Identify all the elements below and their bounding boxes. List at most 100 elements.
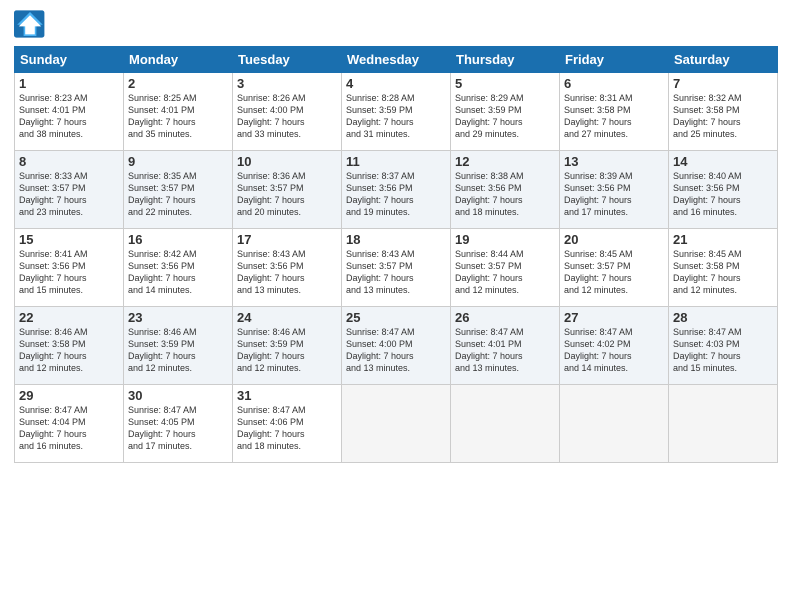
weekday-header-monday: Monday xyxy=(124,47,233,73)
day-number: 22 xyxy=(19,310,119,325)
cell-info: Sunrise: 8:45 AMSunset: 3:57 PMDaylight:… xyxy=(564,248,664,297)
calendar-cell: 4Sunrise: 8:28 AMSunset: 3:59 PMDaylight… xyxy=(342,73,451,151)
cell-info: Sunrise: 8:47 AMSunset: 4:00 PMDaylight:… xyxy=(346,326,446,375)
calendar-cell: 21Sunrise: 8:45 AMSunset: 3:58 PMDayligh… xyxy=(669,229,778,307)
cell-info: Sunrise: 8:41 AMSunset: 3:56 PMDaylight:… xyxy=(19,248,119,297)
calendar-cell: 25Sunrise: 8:47 AMSunset: 4:00 PMDayligh… xyxy=(342,307,451,385)
cell-info: Sunrise: 8:33 AMSunset: 3:57 PMDaylight:… xyxy=(19,170,119,219)
cell-info: Sunrise: 8:47 AMSunset: 4:04 PMDaylight:… xyxy=(19,404,119,453)
weekday-header-tuesday: Tuesday xyxy=(233,47,342,73)
calendar-cell: 3Sunrise: 8:26 AMSunset: 4:00 PMDaylight… xyxy=(233,73,342,151)
weekday-header-wednesday: Wednesday xyxy=(342,47,451,73)
calendar-cell: 6Sunrise: 8:31 AMSunset: 3:58 PMDaylight… xyxy=(560,73,669,151)
calendar-cell: 29Sunrise: 8:47 AMSunset: 4:04 PMDayligh… xyxy=(15,385,124,463)
calendar-cell: 24Sunrise: 8:46 AMSunset: 3:59 PMDayligh… xyxy=(233,307,342,385)
day-number: 26 xyxy=(455,310,555,325)
day-number: 25 xyxy=(346,310,446,325)
calendar-cell: 9Sunrise: 8:35 AMSunset: 3:57 PMDaylight… xyxy=(124,151,233,229)
cell-info: Sunrise: 8:47 AMSunset: 4:05 PMDaylight:… xyxy=(128,404,228,453)
logo xyxy=(14,10,50,38)
cell-info: Sunrise: 8:39 AMSunset: 3:56 PMDaylight:… xyxy=(564,170,664,219)
cell-info: Sunrise: 8:43 AMSunset: 3:56 PMDaylight:… xyxy=(237,248,337,297)
day-number: 18 xyxy=(346,232,446,247)
cell-info: Sunrise: 8:42 AMSunset: 3:56 PMDaylight:… xyxy=(128,248,228,297)
day-number: 17 xyxy=(237,232,337,247)
calendar-cell: 15Sunrise: 8:41 AMSunset: 3:56 PMDayligh… xyxy=(15,229,124,307)
day-number: 5 xyxy=(455,76,555,91)
cell-info: Sunrise: 8:40 AMSunset: 3:56 PMDaylight:… xyxy=(673,170,773,219)
calendar-cell xyxy=(342,385,451,463)
calendar-cell: 22Sunrise: 8:46 AMSunset: 3:58 PMDayligh… xyxy=(15,307,124,385)
calendar-cell: 26Sunrise: 8:47 AMSunset: 4:01 PMDayligh… xyxy=(451,307,560,385)
header xyxy=(14,10,778,38)
calendar-cell: 1Sunrise: 8:23 AMSunset: 4:01 PMDaylight… xyxy=(15,73,124,151)
calendar-table: SundayMondayTuesdayWednesdayThursdayFrid… xyxy=(14,46,778,463)
week-row-2: 8Sunrise: 8:33 AMSunset: 3:57 PMDaylight… xyxy=(15,151,778,229)
calendar-cell: 12Sunrise: 8:38 AMSunset: 3:56 PMDayligh… xyxy=(451,151,560,229)
calendar-cell: 30Sunrise: 8:47 AMSunset: 4:05 PMDayligh… xyxy=(124,385,233,463)
day-number: 21 xyxy=(673,232,773,247)
day-number: 24 xyxy=(237,310,337,325)
calendar-cell: 10Sunrise: 8:36 AMSunset: 3:57 PMDayligh… xyxy=(233,151,342,229)
day-number: 7 xyxy=(673,76,773,91)
calendar-cell xyxy=(451,385,560,463)
day-number: 16 xyxy=(128,232,228,247)
day-number: 27 xyxy=(564,310,664,325)
weekday-header-friday: Friday xyxy=(560,47,669,73)
day-number: 6 xyxy=(564,76,664,91)
day-number: 12 xyxy=(455,154,555,169)
calendar-cell: 20Sunrise: 8:45 AMSunset: 3:57 PMDayligh… xyxy=(560,229,669,307)
day-number: 20 xyxy=(564,232,664,247)
cell-info: Sunrise: 8:45 AMSunset: 3:58 PMDaylight:… xyxy=(673,248,773,297)
calendar-cell: 28Sunrise: 8:47 AMSunset: 4:03 PMDayligh… xyxy=(669,307,778,385)
cell-info: Sunrise: 8:29 AMSunset: 3:59 PMDaylight:… xyxy=(455,92,555,141)
day-number: 8 xyxy=(19,154,119,169)
calendar-cell: 27Sunrise: 8:47 AMSunset: 4:02 PMDayligh… xyxy=(560,307,669,385)
week-row-3: 15Sunrise: 8:41 AMSunset: 3:56 PMDayligh… xyxy=(15,229,778,307)
calendar-cell: 17Sunrise: 8:43 AMSunset: 3:56 PMDayligh… xyxy=(233,229,342,307)
calendar-cell: 14Sunrise: 8:40 AMSunset: 3:56 PMDayligh… xyxy=(669,151,778,229)
weekday-header-saturday: Saturday xyxy=(669,47,778,73)
week-row-4: 22Sunrise: 8:46 AMSunset: 3:58 PMDayligh… xyxy=(15,307,778,385)
cell-info: Sunrise: 8:46 AMSunset: 3:59 PMDaylight:… xyxy=(237,326,337,375)
calendar-cell: 16Sunrise: 8:42 AMSunset: 3:56 PMDayligh… xyxy=(124,229,233,307)
cell-info: Sunrise: 8:38 AMSunset: 3:56 PMDaylight:… xyxy=(455,170,555,219)
day-number: 9 xyxy=(128,154,228,169)
cell-info: Sunrise: 8:32 AMSunset: 3:58 PMDaylight:… xyxy=(673,92,773,141)
cell-info: Sunrise: 8:44 AMSunset: 3:57 PMDaylight:… xyxy=(455,248,555,297)
day-number: 3 xyxy=(237,76,337,91)
header-row: SundayMondayTuesdayWednesdayThursdayFrid… xyxy=(15,47,778,73)
calendar-cell: 19Sunrise: 8:44 AMSunset: 3:57 PMDayligh… xyxy=(451,229,560,307)
cell-info: Sunrise: 8:47 AMSunset: 4:06 PMDaylight:… xyxy=(237,404,337,453)
day-number: 19 xyxy=(455,232,555,247)
cell-info: Sunrise: 8:35 AMSunset: 3:57 PMDaylight:… xyxy=(128,170,228,219)
calendar-cell: 2Sunrise: 8:25 AMSunset: 4:01 PMDaylight… xyxy=(124,73,233,151)
page: SundayMondayTuesdayWednesdayThursdayFrid… xyxy=(0,0,792,612)
day-number: 14 xyxy=(673,154,773,169)
day-number: 10 xyxy=(237,154,337,169)
calendar-cell: 31Sunrise: 8:47 AMSunset: 4:06 PMDayligh… xyxy=(233,385,342,463)
calendar-cell: 23Sunrise: 8:46 AMSunset: 3:59 PMDayligh… xyxy=(124,307,233,385)
logo-icon xyxy=(14,10,46,38)
week-row-1: 1Sunrise: 8:23 AMSunset: 4:01 PMDaylight… xyxy=(15,73,778,151)
calendar-cell: 11Sunrise: 8:37 AMSunset: 3:56 PMDayligh… xyxy=(342,151,451,229)
cell-info: Sunrise: 8:36 AMSunset: 3:57 PMDaylight:… xyxy=(237,170,337,219)
cell-info: Sunrise: 8:28 AMSunset: 3:59 PMDaylight:… xyxy=(346,92,446,141)
cell-info: Sunrise: 8:47 AMSunset: 4:03 PMDaylight:… xyxy=(673,326,773,375)
calendar-cell: 8Sunrise: 8:33 AMSunset: 3:57 PMDaylight… xyxy=(15,151,124,229)
calendar-cell xyxy=(669,385,778,463)
day-number: 4 xyxy=(346,76,446,91)
cell-info: Sunrise: 8:47 AMSunset: 4:02 PMDaylight:… xyxy=(564,326,664,375)
cell-info: Sunrise: 8:46 AMSunset: 3:59 PMDaylight:… xyxy=(128,326,228,375)
day-number: 23 xyxy=(128,310,228,325)
day-number: 1 xyxy=(19,76,119,91)
cell-info: Sunrise: 8:26 AMSunset: 4:00 PMDaylight:… xyxy=(237,92,337,141)
day-number: 31 xyxy=(237,388,337,403)
week-row-5: 29Sunrise: 8:47 AMSunset: 4:04 PMDayligh… xyxy=(15,385,778,463)
day-number: 28 xyxy=(673,310,773,325)
day-number: 15 xyxy=(19,232,119,247)
calendar-cell: 13Sunrise: 8:39 AMSunset: 3:56 PMDayligh… xyxy=(560,151,669,229)
calendar-cell: 18Sunrise: 8:43 AMSunset: 3:57 PMDayligh… xyxy=(342,229,451,307)
cell-info: Sunrise: 8:47 AMSunset: 4:01 PMDaylight:… xyxy=(455,326,555,375)
cell-info: Sunrise: 8:25 AMSunset: 4:01 PMDaylight:… xyxy=(128,92,228,141)
